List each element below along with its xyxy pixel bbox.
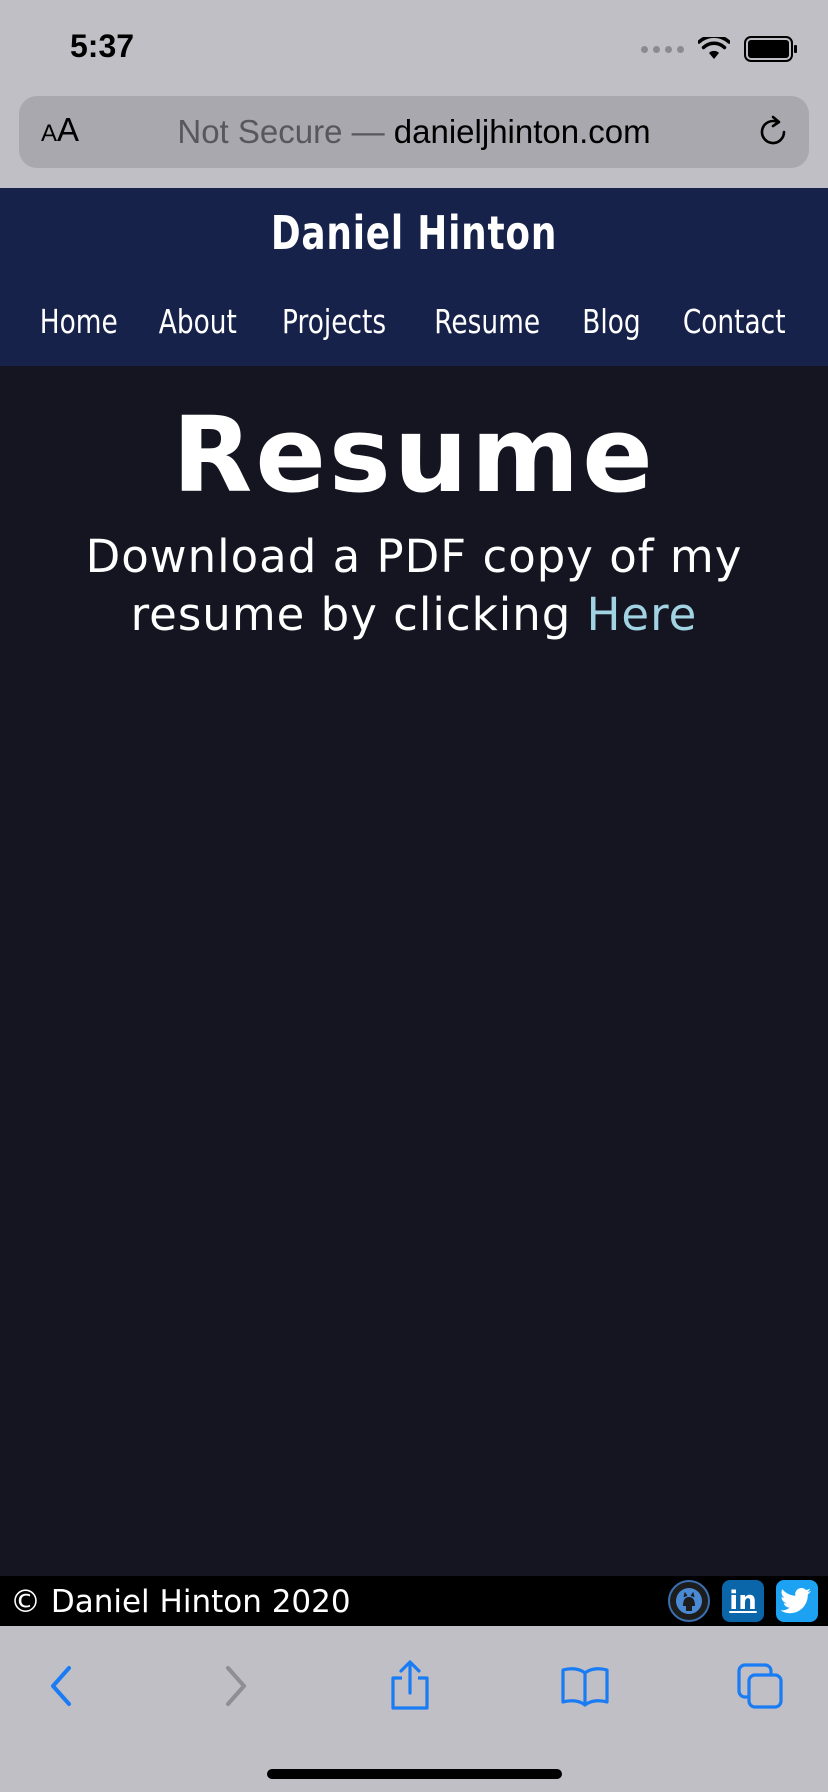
security-label: Not Secure —	[177, 113, 394, 150]
nav-home[interactable]: Home	[39, 302, 117, 341]
github-icon[interactable]	[668, 1580, 710, 1622]
nav-blog[interactable]: Blog	[582, 302, 640, 341]
resume-download-text: Download a PDF copy of my resume by clic…	[60, 528, 768, 644]
reload-icon[interactable]	[753, 112, 793, 152]
book-icon	[561, 1667, 609, 1707]
social-links: in	[668, 1580, 818, 1622]
site-nav: Home About Projects Resume Blog Contact	[0, 302, 828, 341]
site-header: Daniel Hinton Home About Projects Resume…	[0, 188, 828, 366]
status-time: 5:37	[70, 28, 135, 64]
bookmarks-button[interactable]	[555, 1656, 615, 1716]
url-domain: danieljhinton.com	[393, 113, 651, 150]
nav-contact[interactable]: Contact	[683, 302, 786, 341]
tabs-button[interactable]	[730, 1656, 790, 1716]
forward-button[interactable]	[205, 1656, 265, 1716]
page-title: Resume	[172, 394, 656, 516]
cellular-signal-icon	[641, 45, 684, 53]
site-footer: © Daniel Hinton 2020 in	[0, 1576, 828, 1626]
nav-resume[interactable]: Resume	[434, 302, 540, 341]
share-button[interactable]	[380, 1656, 440, 1716]
home-indicator[interactable]	[267, 1769, 562, 1779]
phone-screen: 5:37 AA Not Secure — danieljhinton.com D…	[0, 0, 828, 1792]
share-icon	[391, 1660, 429, 1710]
back-button[interactable]	[32, 1656, 92, 1716]
url-display[interactable]: Not Secure — danieljhinton.com	[19, 112, 809, 152]
chevron-right-icon	[226, 1666, 246, 1706]
wifi-icon	[698, 37, 730, 59]
resume-download-link[interactable]: Here	[587, 588, 698, 641]
safari-bottom-toolbar	[0, 1626, 828, 1792]
status-indicators	[641, 36, 798, 62]
safari-top-chrome: 5:37 AA Not Secure — danieljhinton.com	[0, 0, 828, 188]
site-title[interactable]: Daniel Hinton	[91, 206, 737, 260]
linkedin-icon[interactable]: in	[722, 1580, 764, 1622]
tabs-icon	[737, 1663, 783, 1709]
linkedin-icon-label: in	[729, 1586, 757, 1616]
chevron-left-icon	[51, 1666, 71, 1706]
nav-about[interactable]: About	[159, 302, 237, 341]
main-content: Resume Download a PDF copy of my resume …	[0, 366, 828, 1576]
nav-projects[interactable]: Projects	[282, 302, 386, 341]
battery-icon	[744, 36, 797, 62]
copyright-text: © Daniel Hinton 2020	[10, 1584, 351, 1620]
twitter-icon[interactable]	[776, 1580, 818, 1622]
address-bar[interactable]: AA Not Secure — danieljhinton.com	[19, 96, 809, 168]
